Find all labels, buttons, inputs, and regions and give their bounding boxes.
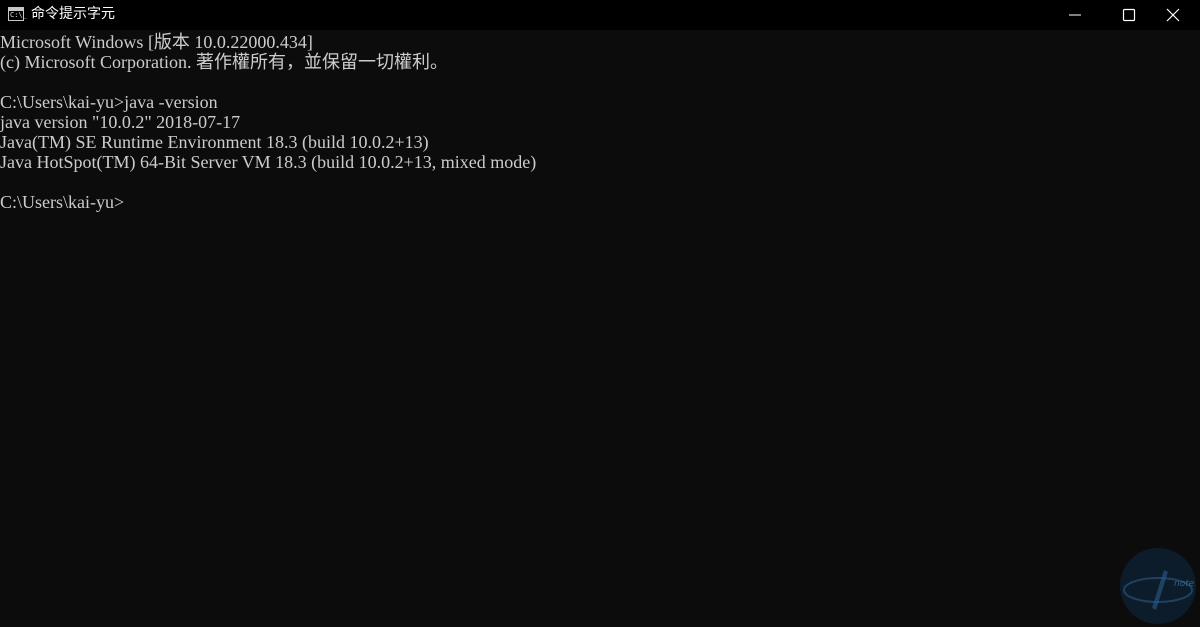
command-prompt-icon: C:\_ bbox=[8, 7, 27, 21]
command-prompt-window: C:\_ 命令提示字元 Microsoft Windows [版本 10.0.2… bbox=[0, 0, 1200, 627]
watermark-logo: note bbox=[1118, 546, 1198, 626]
minimize-button[interactable] bbox=[1048, 0, 1102, 30]
watermark-text: note bbox=[1174, 579, 1195, 589]
console-output[interactable]: Microsoft Windows [版本 10.0.22000.434] (c… bbox=[0, 32, 1200, 627]
console-line: C:\Users\kai-yu>java -version bbox=[0, 92, 218, 112]
console-line: Microsoft Windows [版本 10.0.22000.434] bbox=[0, 32, 313, 52]
console-line: Java HotSpot(TM) 64-Bit Server VM 18.3 (… bbox=[0, 152, 537, 172]
window-title: 命令提示字元 bbox=[31, 6, 115, 22]
console-line: java version "10.0.2" 2018-07-17 bbox=[0, 112, 241, 132]
watermark-icon: note bbox=[1120, 548, 1196, 624]
console-prompt: C:\Users\kai-yu> bbox=[0, 192, 125, 212]
close-button[interactable] bbox=[1146, 0, 1200, 30]
console-line: (c) Microsoft Corporation. 著作權所有，並保留一切權利… bbox=[0, 52, 448, 72]
close-icon bbox=[1166, 8, 1180, 22]
title-bar[interactable]: C:\_ 命令提示字元 bbox=[0, 0, 1200, 30]
maximize-icon bbox=[1122, 8, 1136, 22]
minimize-icon bbox=[1069, 14, 1081, 16]
console-line: Java(TM) SE Runtime Environment 18.3 (bu… bbox=[0, 132, 429, 152]
